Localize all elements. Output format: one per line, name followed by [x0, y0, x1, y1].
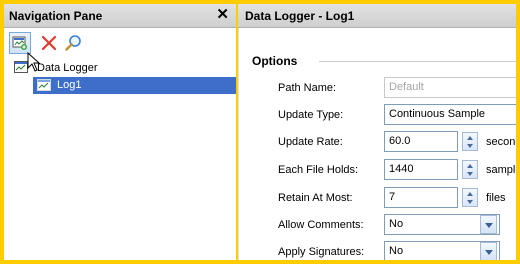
- add-logger-icon: [12, 36, 27, 50]
- nav-header: Navigation Pane ✕: [4, 4, 236, 28]
- magnifier-icon: [65, 35, 81, 51]
- update-rate-unit: seconc: [486, 136, 516, 148]
- nav-title: Navigation Pane: [9, 9, 103, 23]
- retain-spinner[interactable]: [462, 188, 478, 207]
- tree-item-label: Data Logger: [37, 62, 98, 74]
- retain-label: Retain At Most:: [278, 192, 353, 204]
- file-holds-label: Each File Holds:: [278, 164, 359, 176]
- path-name-field[interactable]: Default: [384, 77, 516, 98]
- file-holds-unit: sample: [486, 164, 516, 176]
- signatures-row: Apply Signatures: No: [238, 241, 516, 260]
- update-type-select[interactable]: Continuous Sample: [384, 104, 516, 125]
- content-title: Data Logger - Log1: [245, 9, 355, 23]
- app-window: Navigation Pane ✕ Data Logger Log1 Data …: [4, 4, 516, 260]
- retain-input[interactable]: 7: [384, 187, 458, 208]
- comments-row: Allow Comments: No: [238, 214, 516, 238]
- mouse-cursor-icon: [27, 52, 41, 72]
- divider: [319, 61, 516, 62]
- file-holds-spinner[interactable]: [462, 160, 478, 179]
- find-button[interactable]: [62, 32, 84, 54]
- signatures-label: Apply Signatures:: [278, 246, 365, 258]
- options-group-title: Options: [252, 54, 298, 68]
- update-rate-label: Update Rate:: [278, 136, 343, 148]
- update-rate-row: Update Rate: 60.0 seconc: [238, 131, 516, 155]
- file-holds-input[interactable]: 1440: [384, 159, 458, 180]
- add-logger-button[interactable]: [9, 32, 31, 54]
- log-icon: [37, 79, 51, 91]
- content-header: Data Logger - Log1: [238, 4, 516, 28]
- chevron-down-icon[interactable]: [480, 242, 497, 260]
- navigation-pane: Navigation Pane ✕ Data Logger Log1: [4, 4, 238, 260]
- close-icon[interactable]: ✕: [216, 7, 229, 22]
- update-rate-spinner[interactable]: [462, 132, 478, 151]
- retain-unit: files: [486, 192, 506, 204]
- content-pane: Data Logger - Log1 Options Path Name: De…: [238, 4, 516, 260]
- path-name-label: Path Name:: [278, 82, 337, 94]
- update-type-label: Update Type:: [278, 109, 344, 121]
- tree-item-label: Log1: [57, 79, 82, 91]
- tree-item-log1[interactable]: Log1: [33, 77, 236, 94]
- chevron-down-icon[interactable]: [480, 215, 497, 234]
- file-holds-row: Each File Holds: 1440 sample: [238, 159, 516, 183]
- update-type-row: Update Type: Continuous Sample: [238, 104, 516, 128]
- comments-label: Allow Comments:: [278, 219, 364, 231]
- retain-row: Retain At Most: 7 files: [238, 187, 516, 211]
- path-name-row: Path Name: Default: [238, 77, 516, 101]
- delete-button[interactable]: [38, 32, 60, 54]
- delete-x-icon: [41, 35, 57, 51]
- update-rate-input[interactable]: 60.0: [384, 131, 458, 152]
